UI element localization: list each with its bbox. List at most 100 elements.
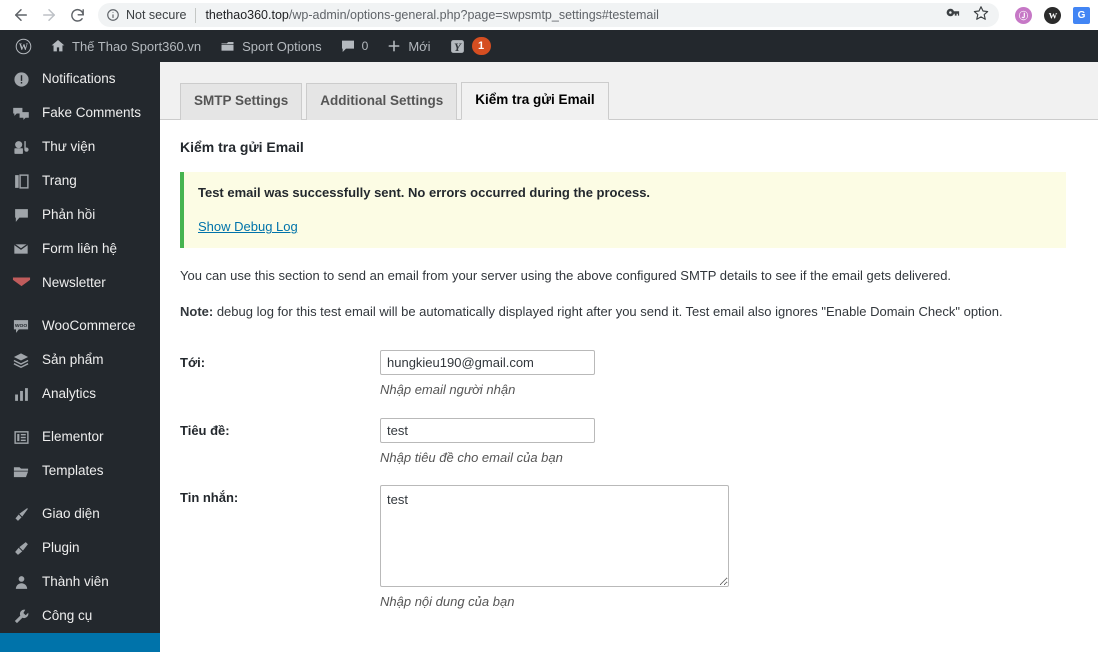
subject-cell: Nhập tiêu đề cho email của bạn [380, 405, 1078, 472]
tools-icon [11, 608, 31, 625]
show-debug-log-link[interactable]: Show Debug Log [198, 219, 298, 234]
site-name-menu[interactable]: Thế Thao Sport360.vn [41, 30, 210, 62]
security-label: Not secure [126, 8, 187, 22]
forward-button[interactable] [36, 2, 62, 28]
reload-icon [69, 7, 86, 24]
tab-test-email[interactable]: Kiểm tra gửi Email [461, 82, 609, 120]
extension-icons: Ⓙ W G [1001, 6, 1090, 24]
sidebar-item-settings[interactable] [0, 633, 160, 652]
message-hint: Nhập nội dung của bạn [380, 593, 515, 609]
success-notice: Test email was successfully sent. No err… [180, 172, 1066, 249]
sidebar-item-tools[interactable]: Công cụ [0, 599, 160, 633]
page-wrapper: Notifications Fake Comments Thư viện Tra… [0, 62, 1098, 652]
comment-icon [11, 207, 31, 224]
sidebar-label: Form liên hệ [42, 241, 118, 257]
yoast-seo-icon: Y [449, 38, 466, 55]
sidebar-label: Thư viện [42, 139, 96, 155]
new-content-menu[interactable]: Mới [377, 30, 439, 62]
key-icon[interactable] [946, 5, 961, 25]
address-bar[interactable]: Not secure thethao360.top/wp-admin/optio… [98, 3, 999, 27]
back-arrow-icon [12, 6, 30, 24]
tab-smtp-settings[interactable]: SMTP Settings [180, 83, 303, 120]
form-row-subject: Tiêu đề: Nhập tiêu đề cho email của bạn [180, 405, 1078, 472]
sidebar-label: Thành viên [42, 574, 109, 590]
products-icon [11, 352, 31, 369]
sidebar-label: Notifications [42, 71, 116, 87]
tab-additional-settings[interactable]: Additional Settings [306, 83, 458, 120]
sidebar-item-media[interactable]: Thư viện [0, 130, 160, 164]
plugins-icon [11, 540, 31, 557]
sidebar-label: Công cụ [42, 608, 93, 624]
to-input[interactable] [380, 350, 595, 376]
elementor-extension-icon[interactable]: Ⓙ [1015, 6, 1032, 24]
omnibox-divider [195, 7, 197, 23]
comments-menu[interactable]: 0 [331, 30, 378, 62]
url-host: thethao360.top [205, 8, 289, 22]
home-icon [50, 38, 66, 54]
yoast-seo-menu[interactable]: Y 1 [440, 30, 500, 62]
sidebar-item-contact-form[interactable]: Form liên hệ [0, 232, 160, 266]
sidebar-item-pages[interactable]: Trang [0, 164, 160, 198]
briefcase-icon [219, 38, 236, 54]
section-note: Note: debug log for this test email will… [180, 302, 1078, 322]
form-row-message: Tin nhắn: test Nhập nội dung của bạn [180, 472, 1078, 616]
new-content-label: Mới [408, 38, 431, 54]
settings-tab-bar: SMTP Settings Additional Settings Kiểm t… [160, 62, 1098, 120]
reload-button[interactable] [64, 2, 90, 28]
appearance-icon [11, 506, 31, 523]
to-cell: Nhập email người nhận [380, 337, 1078, 404]
sidebar-item-templates[interactable]: Templates [0, 454, 160, 488]
wordpress-logo-icon: W [15, 38, 32, 55]
sidebar-item-woocommerce[interactable]: WOO WooCommerce [0, 309, 160, 343]
sidebar-item-appearance[interactable]: Giao diện [0, 497, 160, 531]
notice-message: Test email was successfully sent. No err… [198, 185, 651, 201]
sidebar-item-elementor[interactable]: Elementor [0, 420, 160, 454]
comments-count: 0 [361, 39, 369, 53]
pages-icon [11, 173, 31, 190]
admin-sidebar-menu: Notifications Fake Comments Thư viện Tra… [0, 62, 160, 652]
url-text: thethao360.top/wp-admin/options-general.… [205, 8, 936, 22]
star-icon[interactable] [973, 5, 989, 26]
sidebar-item-users[interactable]: Thành viên [0, 565, 160, 599]
note-text: debug log for this test email will be au… [213, 303, 1003, 319]
sport-options-menu[interactable]: Sport Options [210, 30, 331, 62]
media-icon [11, 139, 31, 156]
section-description: You can use this section to send an emai… [180, 268, 952, 284]
sidebar-label: Newsletter [42, 275, 106, 291]
sidebar-label: Phản hồi [42, 207, 96, 223]
newsletter-icon [11, 276, 31, 290]
svg-text:Y: Y [454, 41, 462, 53]
sidebar-item-notifications[interactable]: Notifications [0, 62, 160, 96]
wp-logo-menu[interactable]: W [6, 30, 41, 62]
message-label: Tin nhắn: [180, 489, 239, 505]
note-label: Note: [180, 303, 214, 319]
google-translate-extension-icon[interactable]: G [1073, 6, 1090, 24]
sidebar-item-comments[interactable]: Phản hồi [0, 198, 160, 232]
sidebar-label: Elementor [42, 429, 104, 445]
back-button[interactable] [8, 2, 34, 28]
message-cell: test Nhập nội dung của bạn [380, 472, 1078, 616]
comments-icon [11, 105, 31, 122]
to-hint: Nhập email người nhận [380, 382, 516, 398]
sidebar-item-products[interactable]: Sản phẩm [0, 343, 160, 377]
page-title: Kiểm tra gửi Email [180, 139, 304, 155]
wordpress-extension-icon[interactable]: W [1044, 6, 1061, 24]
subject-label: Tiêu đề: [180, 422, 230, 438]
to-label: Tới: [180, 355, 206, 371]
sidebar-label: Plugin [42, 540, 80, 556]
sidebar-item-fake-comments[interactable]: Fake Comments [0, 96, 160, 130]
sidebar-label: Templates [42, 463, 104, 479]
wordpress-admin-bar: W Thế Thao Sport360.vn Sport Options 0 M… [0, 30, 1098, 62]
plus-icon [386, 38, 402, 54]
sidebar-item-analytics[interactable]: Analytics [0, 377, 160, 411]
sidebar-label: Analytics [42, 386, 97, 402]
woocommerce-icon: WOO [11, 318, 31, 335]
subject-input[interactable] [380, 417, 595, 443]
message-textarea[interactable]: test [380, 484, 729, 587]
sidebar-label: Trang [42, 173, 77, 189]
sidebar-item-plugins[interactable]: Plugin [0, 531, 160, 565]
info-circle-icon[interactable] [106, 8, 120, 22]
sport-options-label: Sport Options [242, 38, 322, 54]
sidebar-item-newsletter[interactable]: Newsletter [0, 266, 160, 300]
templates-icon [11, 463, 31, 480]
